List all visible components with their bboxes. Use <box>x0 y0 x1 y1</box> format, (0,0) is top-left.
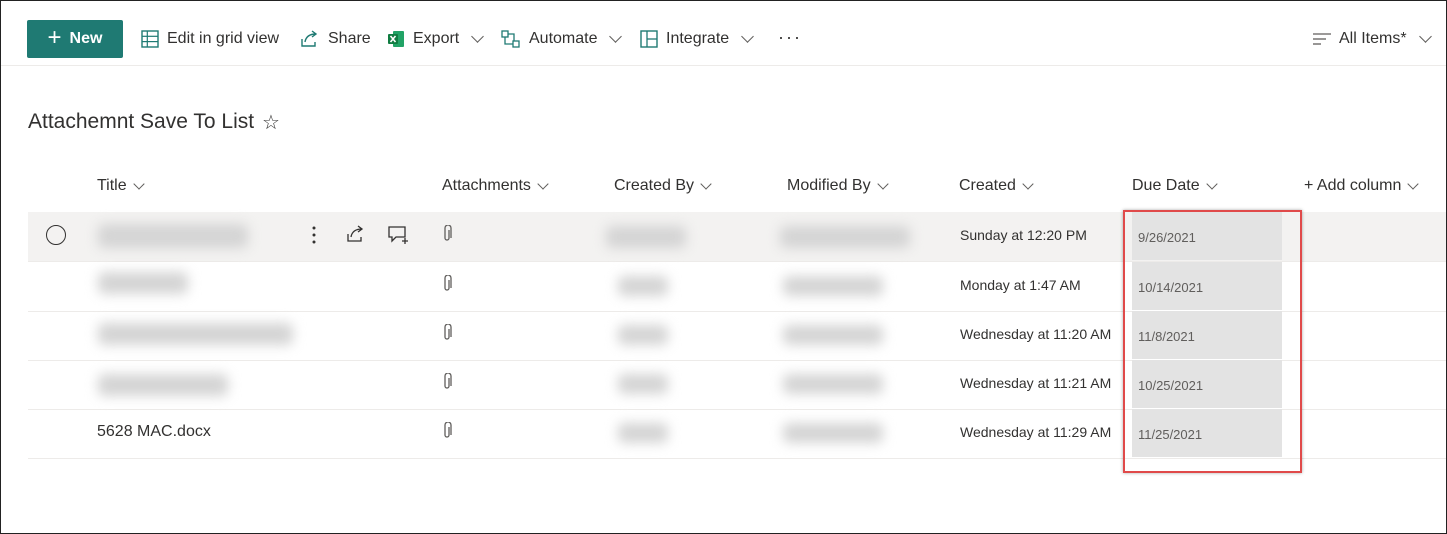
column-header-label: Created <box>959 177 1016 194</box>
chevron-down-icon <box>132 177 145 190</box>
star-icon[interactable]: ☆ <box>262 110 280 135</box>
paperclip-icon <box>441 372 453 396</box>
redacted-modified-by <box>783 374 883 394</box>
column-header-due-date[interactable]: Due Date <box>1132 177 1218 195</box>
redacted-created-by <box>618 276 668 296</box>
column-header-title[interactable]: Title <box>97 177 145 195</box>
column-header-modified-by[interactable]: Modified By <box>787 177 889 195</box>
chevron-down-icon <box>471 30 485 43</box>
more-options-button[interactable]: ··· <box>778 23 802 51</box>
list-title: Attachemnt Save To List <box>28 110 255 133</box>
chevron-down-icon <box>1407 177 1420 190</box>
row-select-checkbox[interactable] <box>46 225 66 245</box>
redacted-modified-by <box>783 325 883 345</box>
integrate-label: Integrate <box>666 30 730 47</box>
column-header-label: Title <box>97 177 127 194</box>
sharepoint-list-window: + New Edit in grid view Share Export Aut… <box>0 0 1447 534</box>
redacted-modified-by <box>783 423 883 443</box>
chevron-down-icon <box>1205 177 1218 190</box>
automate-button[interactable]: Automate <box>501 25 623 53</box>
chevron-down-icon <box>876 177 889 190</box>
redacted-title <box>98 374 228 396</box>
redacted-title <box>98 224 248 248</box>
automate-label: Automate <box>529 30 598 47</box>
created-cell: Wednesday at 11:20 AM <box>960 326 1112 342</box>
column-header-label: Created By <box>614 177 695 194</box>
redacted-created-by <box>606 226 686 248</box>
chevron-down-icon <box>1418 30 1432 43</box>
column-header-created[interactable]: Created <box>959 177 1034 195</box>
redacted-title <box>98 272 188 294</box>
export-button[interactable]: Export <box>387 25 485 53</box>
redacted-modified-by <box>780 226 910 248</box>
grid-icon <box>141 30 159 48</box>
view-lines-icon <box>1313 32 1331 46</box>
paperclip-icon <box>441 274 453 298</box>
column-header-label: Due Date <box>1132 177 1200 194</box>
redacted-title <box>98 323 293 345</box>
chevron-down-icon <box>741 30 755 43</box>
integrate-icon <box>640 30 658 48</box>
chevron-down-icon <box>1022 177 1034 190</box>
due-date-highlight-box <box>1123 210 1302 473</box>
plus-icon: + <box>47 24 62 51</box>
share-icon <box>300 30 320 48</box>
redacted-modified-by <box>783 276 883 296</box>
excel-icon <box>387 30 405 48</box>
edit-grid-view-button[interactable]: Edit in grid view <box>141 25 279 53</box>
chevron-down-icon <box>537 177 549 190</box>
created-cell: Sunday at 12:20 PM <box>960 227 1087 243</box>
created-cell: Wednesday at 11:29 AM <box>960 424 1112 440</box>
share-label: Share <box>328 30 371 47</box>
more-options-icon: ··· <box>778 26 802 47</box>
edit-grid-view-label: Edit in grid view <box>167 30 280 47</box>
chevron-down-icon <box>609 30 623 43</box>
redacted-created-by <box>618 374 668 394</box>
created-cell: Monday at 1:47 AM <box>960 277 1081 293</box>
chevron-down-icon <box>700 177 712 190</box>
created-cell: Wednesday at 11:21 AM <box>960 375 1112 391</box>
new-button[interactable]: + New <box>27 20 123 58</box>
comment-add-icon[interactable] <box>388 225 410 250</box>
redacted-created-by <box>618 325 668 345</box>
paperclip-icon <box>441 224 453 248</box>
add-column-button[interactable]: + Add column <box>1304 177 1420 195</box>
command-bar: + New Edit in grid view Share Export Aut… <box>1 1 1446 66</box>
new-button-label: New <box>69 30 103 47</box>
column-header-attachments[interactable]: Attachments <box>442 177 549 195</box>
column-header-created-by[interactable]: Created By <box>614 177 712 195</box>
view-selector[interactable]: All Items* <box>1313 25 1432 53</box>
integrate-button[interactable]: Integrate <box>640 25 755 53</box>
export-label: Export <box>413 30 460 47</box>
paperclip-icon <box>441 323 453 347</box>
column-header-label: Modified By <box>787 177 871 194</box>
share-icon[interactable] <box>346 225 366 248</box>
more-vertical-icon[interactable] <box>311 225 317 250</box>
title-cell[interactable]: 5628 MAC.docx <box>97 423 211 441</box>
share-button[interactable]: Share <box>300 25 371 53</box>
paperclip-icon <box>441 421 453 445</box>
view-label: All Items* <box>1339 30 1407 47</box>
add-column-label: + Add column <box>1304 177 1402 194</box>
redacted-created-by <box>618 423 668 443</box>
automate-icon <box>501 30 521 48</box>
column-header-label: Attachments <box>442 177 531 194</box>
